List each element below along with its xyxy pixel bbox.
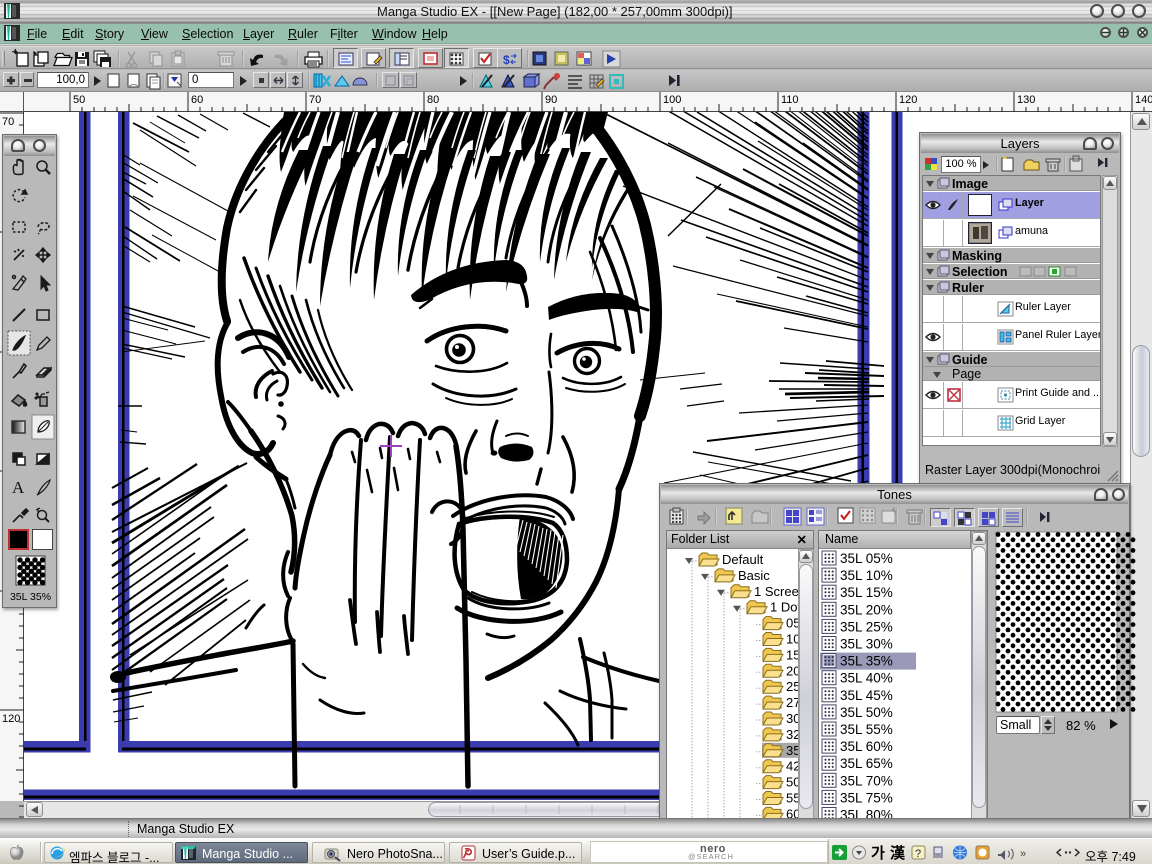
svg-text:70: 70 [2,116,14,128]
svg-text:»: » [1020,848,1026,860]
svg-text:35L 75%: 35L 75% [840,790,893,805]
svg-text:35L 15%: 35L 15% [840,585,893,600]
svg-text:35L 65%: 35L 65% [840,756,893,771]
svg-text:Basic: Basic [738,568,770,583]
svg-text:A: A [12,478,25,497]
svg-text:70: 70 [309,94,321,106]
svg-text:1 Dot: 1 Dot [770,600,801,615]
svg-text:35L 55%: 35L 55% [840,722,893,737]
svg-text:35L 25%: 35L 25% [840,619,893,634]
svg-text:?: ? [915,848,921,860]
svg-text:35L 50%: 35L 50% [840,705,893,720]
svg-text:50: 50 [73,94,85,106]
svg-text:35L 20%: 35L 20% [840,602,893,617]
svg-text:35L 45%: 35L 45% [840,688,893,703]
svg-text:130: 130 [1017,94,1035,106]
svg-text:110: 110 [781,94,799,106]
svg-text:35L 05%: 35L 05% [840,551,893,566]
svg-text:가: 가 [871,845,885,862]
svg-text:80: 80 [427,94,439,106]
svg-text:90: 90 [545,94,557,106]
svg-text:漢: 漢 [890,844,906,862]
svg-text:35L 30%: 35L 30% [840,637,893,652]
svg-text:35L 40%: 35L 40% [840,671,893,686]
svg-text:35L 10%: 35L 10% [840,568,893,583]
svg-text:60: 60 [191,94,203,106]
svg-text:140: 140 [1135,94,1152,106]
svg-text:120: 120 [2,713,20,725]
svg-text:35L 35%: 35L 35% [840,654,893,669]
svg-text:35L 60%: 35L 60% [840,739,893,754]
svg-text:Default: Default [722,552,764,567]
svg-text:120: 120 [899,94,917,106]
svg-text:100: 100 [663,94,681,106]
svg-text:35L 70%: 35L 70% [840,773,893,788]
